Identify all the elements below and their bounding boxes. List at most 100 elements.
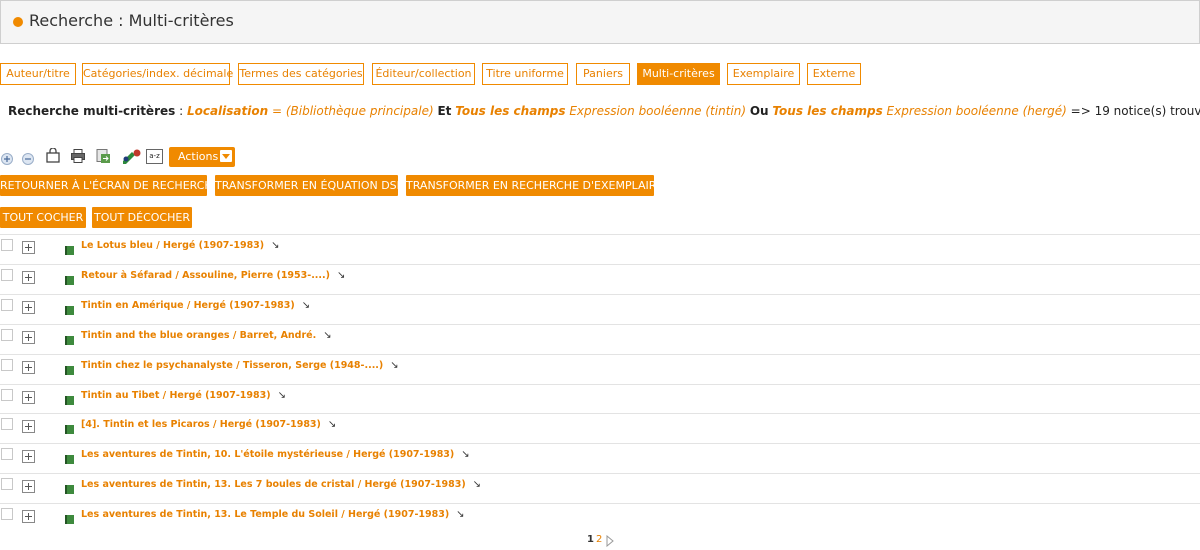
- result-row: Tintin au Tibet / Hergé (1907-1983) ↘: [0, 384, 1200, 415]
- tab-titre-uniforme[interactable]: Titre uniforme: [482, 63, 568, 85]
- result-link-arrow-icon[interactable]: ↘: [461, 449, 469, 460]
- expand-record-icon[interactable]: [22, 450, 35, 463]
- expand-record-icon[interactable]: [22, 361, 35, 374]
- uncheck-all-button[interactable]: TOUT DÉCOCHER: [92, 207, 192, 228]
- result-checkbox[interactable]: [1, 478, 13, 490]
- result-checkbox[interactable]: [1, 508, 13, 520]
- check-all-button[interactable]: TOUT COCHER: [0, 207, 86, 228]
- result-checkbox[interactable]: [1, 448, 13, 460]
- chevron-down-icon: [220, 150, 232, 162]
- book-icon: [64, 391, 75, 410]
- book-icon: [64, 420, 75, 439]
- result-title-link[interactable]: Les aventures de Tintin, 13. Les 7 boule…: [81, 479, 481, 490]
- book-icon: [64, 450, 75, 469]
- result-title-link[interactable]: [4]. Tintin et les Picaros / Hergé (1907…: [81, 419, 336, 430]
- result-link-arrow-icon[interactable]: ↘: [328, 419, 336, 430]
- result-link-arrow-icon[interactable]: ↘: [390, 360, 398, 371]
- result-row: Tintin chez le psychanalyste / Tisseron,…: [0, 354, 1200, 385]
- result-checkbox[interactable]: [1, 239, 13, 251]
- tab-categories[interactable]: Catégories/index. décimale: [82, 63, 233, 85]
- expand-record-icon[interactable]: [22, 301, 35, 314]
- transform-items-search-button[interactable]: TRANSFORMER EN RECHERCHE D'EXEMPLAIRES: [406, 175, 670, 196]
- book-icon: [64, 361, 75, 380]
- summary-field-1: Localisation: [186, 104, 269, 118]
- summary-value-1: = (Bibliothèque principale): [268, 104, 438, 118]
- expand-record-icon[interactable]: [22, 420, 35, 433]
- summary-operator-1: Et: [437, 104, 452, 118]
- tab-paniers[interactable]: Paniers: [576, 63, 630, 85]
- book-icon: [64, 271, 75, 290]
- page-link[interactable]: 2: [596, 534, 602, 545]
- next-page-icon[interactable]: [606, 534, 614, 550]
- tab-editeur-collection[interactable]: Éditeur/collection: [372, 63, 475, 85]
- summary-label: Recherche multi-critères: [8, 104, 176, 118]
- result-link-arrow-icon[interactable]: ↘: [323, 330, 331, 341]
- book-icon: [64, 331, 75, 350]
- actions-label: Actions: [178, 150, 219, 163]
- book-icon: [64, 480, 75, 499]
- result-title-link[interactable]: Retour à Séfarad / Assouline, Pierre (19…: [81, 270, 345, 281]
- print-icon[interactable]: [70, 148, 86, 168]
- tab-multi-criteres[interactable]: Multi-critères: [637, 63, 720, 85]
- result-link-arrow-icon[interactable]: ↘: [473, 479, 481, 490]
- result-row: [4]. Tintin et les Picaros / Hergé (1907…: [0, 413, 1200, 444]
- expand-record-icon[interactable]: [22, 510, 35, 523]
- actions-dropdown[interactable]: Actions: [169, 147, 235, 167]
- result-checkbox[interactable]: [1, 269, 13, 281]
- result-checkbox[interactable]: [1, 329, 13, 341]
- summary-value-3: Expression booléenne (hergé): [882, 104, 1067, 118]
- status-dot-icon: [13, 17, 23, 27]
- expand-all-icon[interactable]: [0, 151, 14, 170]
- summary-value-2: Expression booléenne (tintin): [565, 104, 750, 118]
- result-title-link[interactable]: Tintin chez le psychanalyste / Tisseron,…: [81, 360, 399, 371]
- result-row: Les aventures de Tintin, 13. Les 7 boule…: [0, 473, 1200, 504]
- result-link-arrow-icon[interactable]: ↘: [456, 509, 464, 520]
- result-checkbox[interactable]: [1, 418, 13, 430]
- pagination: 12: [587, 534, 614, 548]
- result-link-arrow-icon[interactable]: ↘: [271, 240, 279, 251]
- result-title-link[interactable]: Tintin au Tibet / Hergé (1907-1983) ↘: [81, 390, 286, 401]
- result-link-arrow-icon[interactable]: ↘: [302, 300, 310, 311]
- search-summary: Recherche multi-critères : Localisation …: [8, 104, 1200, 118]
- tab-termes-categories[interactable]: Termes des catégories: [238, 63, 364, 85]
- book-icon: [64, 301, 75, 320]
- result-row: Le Lotus bleu / Hergé (1907-1983) ↘: [0, 234, 1200, 265]
- summary-separator: :: [175, 104, 187, 118]
- result-link-arrow-icon[interactable]: ↘: [337, 270, 345, 281]
- summary-result-count: => 19 notice(s) trouvée(s).: [1070, 104, 1200, 118]
- result-title-link[interactable]: Le Lotus bleu / Hergé (1907-1983) ↘: [81, 240, 280, 251]
- tab-externe[interactable]: Externe: [807, 63, 861, 85]
- result-title-link[interactable]: Tintin en Amérique / Hergé (1907-1983) ↘: [81, 300, 310, 311]
- result-checkbox[interactable]: [1, 389, 13, 401]
- result-title-link[interactable]: Les aventures de Tintin, 10. L'étoile my…: [81, 449, 470, 460]
- export-icon[interactable]: [95, 148, 111, 168]
- result-row: Tintin en Amérique / Hergé (1907-1983) ↘: [0, 294, 1200, 325]
- result-checkbox[interactable]: [1, 359, 13, 371]
- result-checkbox[interactable]: [1, 299, 13, 311]
- basket-icon[interactable]: [45, 147, 61, 168]
- current-page: 1: [587, 534, 594, 545]
- edit-icon[interactable]: [120, 148, 142, 168]
- result-row: Tintin and the blue oranges / Barret, An…: [0, 324, 1200, 355]
- summary-field-2: Tous les champs: [455, 104, 566, 118]
- transform-dsi-button[interactable]: TRANSFORMER EN ÉQUATION DSI: [215, 175, 400, 196]
- result-row: Retour à Séfarad / Assouline, Pierre (19…: [0, 264, 1200, 295]
- page-title: Recherche : Multi-critères: [29, 11, 234, 30]
- tab-exemplaire[interactable]: Exemplaire: [727, 63, 800, 85]
- result-link-arrow-icon[interactable]: ↘: [278, 390, 286, 401]
- result-row: Les aventures de Tintin, 13. Le Temple d…: [0, 503, 1200, 534]
- expand-record-icon[interactable]: [22, 480, 35, 493]
- result-title-link[interactable]: Tintin and the blue oranges / Barret, An…: [81, 330, 332, 341]
- expand-record-icon[interactable]: [22, 241, 35, 254]
- expand-record-icon[interactable]: [22, 391, 35, 404]
- expand-record-icon[interactable]: [22, 331, 35, 344]
- summary-operator-2: Ou: [749, 104, 769, 118]
- result-title-link[interactable]: Les aventures de Tintin, 13. Le Temple d…: [81, 509, 465, 520]
- sort-az-icon[interactable]: a-z: [146, 149, 163, 164]
- expand-record-icon[interactable]: [22, 271, 35, 284]
- page-header: Recherche : Multi-critères: [0, 0, 1200, 44]
- collapse-all-icon[interactable]: [21, 151, 35, 170]
- book-icon: [64, 510, 75, 529]
- back-to-search-button[interactable]: RETOURNER À L'ÉCRAN DE RECHERCHE: [0, 175, 220, 196]
- tab-auteur-titre[interactable]: Auteur/titre: [0, 63, 76, 85]
